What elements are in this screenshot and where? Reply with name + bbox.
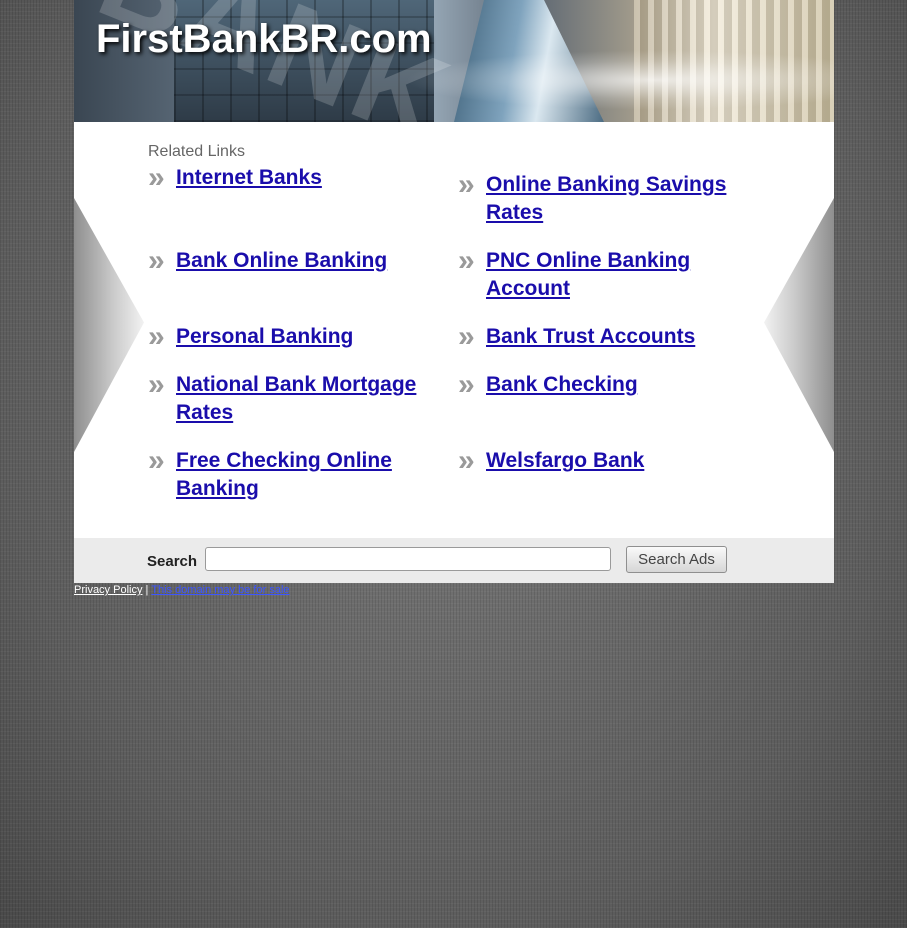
- link-item-online-banking-savings-rates: » Online Banking Savings Rates: [458, 168, 736, 227]
- site-title: FirstBankBR.com: [96, 17, 432, 61]
- double-chevron-icon: »: [148, 161, 165, 194]
- link-personal-banking[interactable]: Personal Banking: [176, 323, 426, 351]
- link-item-pnc-online-banking-account: » PNC Online Banking Account: [458, 244, 736, 303]
- left-wing-decoration: [74, 198, 144, 452]
- double-chevron-icon: »: [148, 368, 165, 401]
- header-banner: BANK FirstBankBR.com: [74, 0, 834, 122]
- link-online-banking-savings-rates[interactable]: Online Banking Savings Rates: [486, 171, 736, 227]
- link-item-internet-banks: » Internet Banks: [148, 161, 426, 194]
- link-item-free-checking-online-banking: » Free Checking Online Banking: [148, 444, 426, 503]
- double-chevron-icon: »: [458, 320, 475, 353]
- related-links-heading: Related Links: [148, 143, 245, 160]
- double-chevron-icon: »: [458, 444, 475, 477]
- link-bank-trust-accounts[interactable]: Bank Trust Accounts: [486, 323, 736, 351]
- domain-for-sale-link[interactable]: This domain may be for sale: [151, 584, 289, 596]
- link-item-personal-banking: » Personal Banking: [148, 320, 426, 353]
- link-bank-online-banking[interactable]: Bank Online Banking: [176, 247, 426, 275]
- double-chevron-icon: »: [148, 444, 165, 477]
- link-item-bank-trust-accounts: » Bank Trust Accounts: [458, 320, 736, 353]
- related-links-panel: Related Links » Internet Banks » Online …: [74, 122, 834, 538]
- footer-separator: |: [145, 584, 149, 596]
- link-item-national-bank-mortgage-rates: » National Bank Mortgage Rates: [148, 368, 426, 427]
- link-internet-banks[interactable]: Internet Banks: [176, 164, 426, 192]
- double-chevron-icon: »: [148, 320, 165, 353]
- double-chevron-icon: »: [458, 368, 475, 401]
- search-ads-button[interactable]: Search Ads: [626, 546, 727, 573]
- double-chevron-icon: »: [148, 244, 165, 277]
- link-welsfargo-bank[interactable]: Welsfargo Bank: [486, 447, 736, 475]
- link-pnc-online-banking-account[interactable]: PNC Online Banking Account: [486, 247, 736, 303]
- double-chevron-icon: »: [458, 168, 475, 201]
- link-bank-checking[interactable]: Bank Checking: [486, 371, 736, 399]
- link-item-bank-checking: » Bank Checking: [458, 368, 736, 401]
- link-item-welsfargo-bank: » Welsfargo Bank: [458, 444, 736, 477]
- link-national-bank-mortgage-rates[interactable]: National Bank Mortgage Rates: [176, 371, 426, 427]
- search-label: Search: [147, 553, 198, 570]
- footer: Privacy Policy | This domain may be for sa…: [74, 584, 290, 596]
- link-item-bank-online-banking: » Bank Online Banking: [148, 244, 426, 277]
- link-free-checking-online-banking[interactable]: Free Checking Online Banking: [176, 447, 426, 503]
- right-wing-decoration: [764, 198, 834, 452]
- double-chevron-icon: »: [458, 244, 475, 277]
- search-bar: Search Search Ads: [74, 538, 834, 583]
- page-frame: BANK FirstBankBR.com Related Links » Int…: [74, 0, 834, 583]
- search-input[interactable]: [205, 547, 611, 571]
- privacy-policy-link[interactable]: Privacy Policy: [74, 584, 142, 596]
